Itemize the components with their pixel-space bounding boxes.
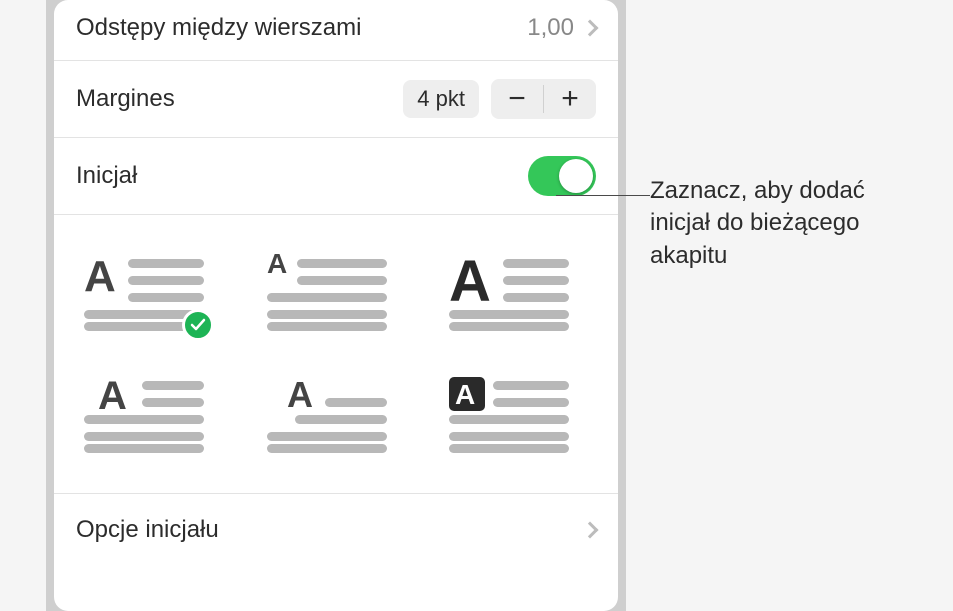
drop-cap-options-row[interactable]: Opcje inicjału — [54, 494, 618, 566]
svg-text:A: A — [84, 252, 116, 301]
line-spacing-label: Odstępy między wierszami — [76, 14, 527, 42]
drop-cap-style-3[interactable]: A — [449, 251, 569, 331]
checkmark-icon — [182, 309, 214, 341]
drop-cap-options-label: Opcje inicjału — [76, 516, 584, 544]
line-spacing-value: 1,00 — [527, 14, 574, 42]
svg-text:A: A — [287, 374, 313, 415]
margin-stepper: − + — [491, 79, 596, 119]
drop-cap-styles-grid: A A — [54, 215, 618, 494]
margin-decrease-button[interactable]: − — [491, 79, 543, 119]
chevron-right-icon — [582, 20, 599, 37]
settings-panel-container: Odstępy między wierszami 1,00 Margines 4… — [46, 0, 626, 611]
svg-text:A: A — [98, 374, 127, 418]
drop-cap-style-2[interactable]: A — [267, 251, 387, 331]
margin-row: Margines 4 pkt − + — [54, 61, 618, 138]
toggle-knob — [559, 159, 593, 193]
svg-text:A: A — [455, 379, 475, 410]
drop-cap-toggle[interactable] — [528, 156, 596, 196]
drop-cap-style-6[interactable]: A — [449, 373, 569, 453]
callout-leader-line — [556, 195, 650, 196]
drop-cap-style-5[interactable]: A — [267, 373, 387, 453]
chevron-right-icon — [582, 522, 599, 539]
margin-label: Margines — [76, 85, 403, 113]
line-spacing-row[interactable]: Odstępy między wierszami 1,00 — [54, 0, 618, 61]
svg-text:A: A — [267, 251, 287, 279]
margin-value: 4 pkt — [403, 80, 479, 118]
drop-cap-row: Inicjał — [54, 138, 618, 215]
settings-panel: Odstępy między wierszami 1,00 Margines 4… — [54, 0, 618, 611]
drop-cap-style-1[interactable]: A — [84, 251, 204, 331]
margin-increase-button[interactable]: + — [544, 79, 596, 119]
drop-cap-style-4[interactable]: A — [84, 373, 204, 453]
callout-text: Zaznacz, aby dodać inicjał do bieżącego … — [650, 175, 930, 272]
drop-cap-label: Inicjał — [76, 162, 528, 190]
svg-text:A: A — [449, 251, 491, 314]
